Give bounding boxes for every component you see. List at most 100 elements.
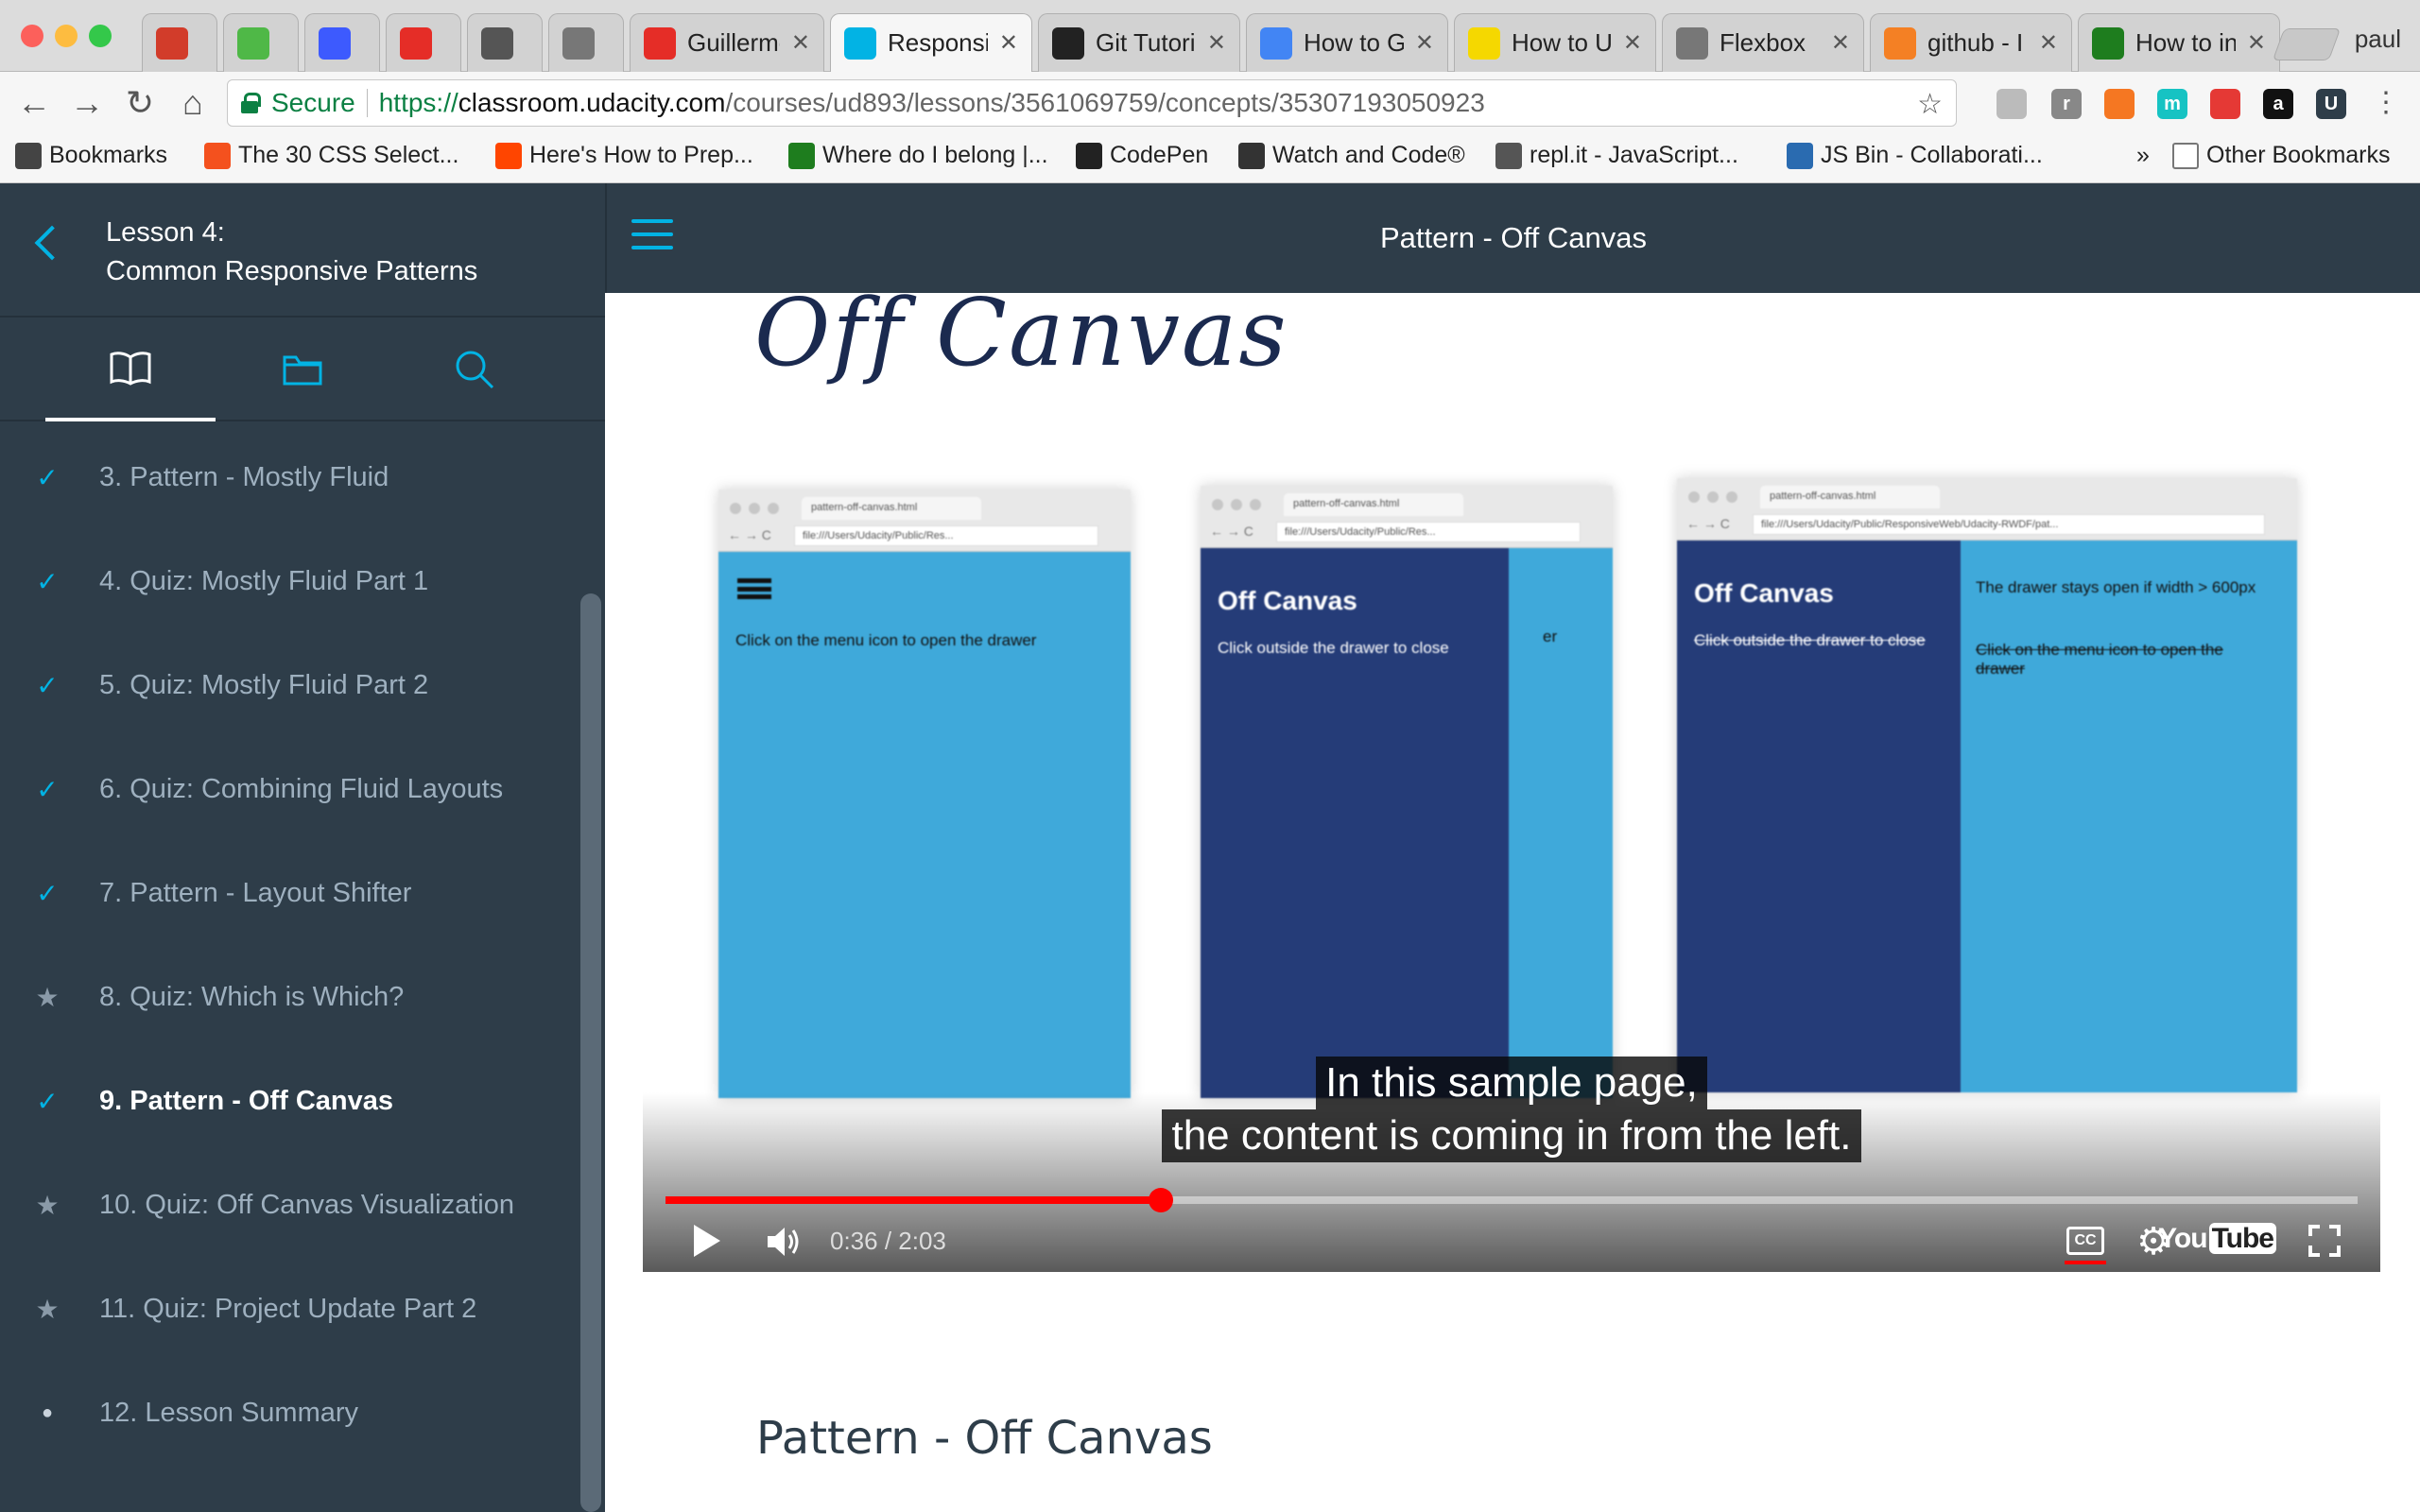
udacity-ext-icon[interactable]: U: [2316, 89, 2346, 119]
close-icon[interactable]: ✕: [1415, 29, 1434, 57]
mockup-tab-label: pattern-off-canvas.html: [1760, 486, 1940, 508]
bookmark-item[interactable]: CodePen: [1076, 142, 1208, 169]
sidebar-item-11[interactable]: ★ 11. Quiz: Project Update Part 2: [0, 1257, 579, 1361]
tab-13[interactable]: How to int ✕: [2078, 13, 2280, 72]
youtube-icon: [400, 26, 432, 60]
other-bookmarks[interactable]: Other Bookmarks: [2172, 142, 2391, 169]
drawer-title: Off Canvas: [1694, 578, 1834, 608]
bookmark-label: Where do I belong |...: [822, 142, 1048, 168]
repl-icon: [1495, 142, 1522, 169]
sidebar-item-9[interactable]: ✓ 9. Pattern - Off Canvas: [0, 1049, 579, 1153]
other-bookmarks-label: Other Bookmarks: [2206, 142, 2391, 168]
sidebar-item-4[interactable]: ✓ 4. Quiz: Mostly Fluid Part 1: [0, 529, 579, 633]
sidebar-item-5[interactable]: ✓ 5. Quiz: Mostly Fluid Part 2: [0, 633, 579, 737]
m-circle-icon[interactable]: m: [2157, 89, 2187, 119]
back-chevron-icon[interactable]: [34, 225, 70, 261]
forward-arrow-icon[interactable]: →: [68, 85, 106, 121]
tomato-icon[interactable]: [2210, 89, 2240, 119]
tab-9[interactable]: How to Ge ✕: [1246, 13, 1448, 72]
chrome-menu-icon[interactable]: ⋮: [2367, 85, 2405, 121]
checkmark-icon: ✓: [36, 774, 59, 804]
back-arrow-icon[interactable]: ←: [15, 85, 53, 121]
mockup-toolbar: pattern-off-canvas.html ← → C file:///Us…: [1201, 486, 1613, 548]
close-icon[interactable]: ✕: [2247, 29, 2266, 57]
slide-title: Off Canvas: [754, 293, 1288, 387]
profile-name[interactable]: paul: [2355, 25, 2401, 54]
cube-icon[interactable]: [1996, 89, 2027, 119]
tab-5[interactable]: [548, 13, 624, 72]
amazon-icon[interactable]: a: [2263, 89, 2293, 119]
tab-7[interactable]: Responsiv ✕: [830, 13, 1032, 72]
sidebar-item-label: 4. Quiz: Mostly Fluid Part 1: [99, 565, 429, 596]
tab-4[interactable]: [467, 13, 543, 72]
new-tab-button[interactable]: [2272, 28, 2342, 60]
bookmark-item[interactable]: Watch and Code®: [1238, 142, 1465, 169]
sidebar-item-6[interactable]: ✓ 6. Quiz: Combining Fluid Layouts: [0, 737, 579, 841]
close-icon[interactable]: ✕: [2039, 29, 2058, 57]
close-icon[interactable]: ✕: [1207, 29, 1226, 57]
lock-icon: [241, 93, 261, 113]
hubspot-icon[interactable]: [2104, 89, 2135, 119]
tab-title: Flexbox: [1720, 28, 1806, 57]
sidebar-item-label: 8. Quiz: Which is Which?: [99, 981, 405, 1012]
sidebar-item-8[interactable]: ★ 8. Quiz: Which is Which?: [0, 945, 579, 1049]
tab-search[interactable]: [389, 318, 560, 421]
close-icon[interactable]: ✕: [791, 29, 810, 57]
sidebar-item-10[interactable]: ★ 10. Quiz: Off Canvas Visualization: [0, 1153, 579, 1257]
sidebar-scrollbar[interactable]: [580, 593, 601, 1512]
sidebar-item-3[interactable]: ✓ 3. Pattern - Mostly Fluid: [0, 425, 579, 529]
tab-0[interactable]: [142, 13, 217, 72]
home-icon[interactable]: ⌂: [174, 85, 212, 121]
close-icon[interactable]: ✕: [999, 29, 1018, 57]
lesson-number: Lesson 4:: [106, 217, 225, 248]
tab-10[interactable]: How to Us ✕: [1454, 13, 1656, 72]
reddit-icon: [495, 142, 522, 169]
play-icon[interactable]: [694, 1225, 720, 1257]
close-icon[interactable]: ✕: [1831, 29, 1850, 57]
video-player[interactable]: Off Canvas pattern-off-canvas.html ← → C…: [643, 293, 2380, 1272]
video-progress-bar[interactable]: [666, 1188, 2358, 1212]
volume-icon[interactable]: [766, 1225, 804, 1259]
tab-1[interactable]: [223, 13, 299, 72]
bookmark-item[interactable]: repl.it - JavaScript...: [1495, 142, 1738, 169]
captions-button[interactable]: CC: [2066, 1227, 2104, 1255]
reload-icon[interactable]: ↻: [121, 85, 159, 121]
bookmark-label: Watch and Code®: [1272, 142, 1465, 168]
checkmark-icon: ✓: [36, 566, 59, 596]
tab-title: github - I: [1927, 28, 2024, 57]
address-bar[interactable]: Secure https://classroom.udacity.com/cou…: [227, 79, 1957, 127]
window-minimize-button[interactable]: [55, 25, 78, 47]
tab-6[interactable]: Guillermo ✕: [630, 13, 824, 72]
r-letter-icon[interactable]: r: [2051, 89, 2082, 119]
tab-11[interactable]: Flexbox ✕: [1662, 13, 1864, 72]
window-close-button[interactable]: [21, 25, 43, 47]
bookmarks-overflow-button[interactable]: »: [2136, 142, 2150, 169]
sidebar-item-7[interactable]: ✓ 7. Pattern - Layout Shifter: [0, 841, 579, 945]
treehouse-icon: [2092, 26, 2124, 60]
classroom-topbar: Pattern - Off Canvas: [605, 183, 2420, 293]
browser-mockup-drawer: pattern-off-canvas.html ← → C file:///Us…: [1201, 486, 1613, 1098]
bookmark-star-icon[interactable]: ☆: [1917, 88, 1943, 121]
mockup-tab-label: pattern-off-canvas.html: [802, 497, 981, 520]
bookmark-item[interactable]: JS Bin - Collaborati...: [1787, 142, 2043, 169]
tab-12[interactable]: github - I ✕: [1870, 13, 2072, 72]
browser-mockup-closed: pattern-off-canvas.html ← → C file:///Us…: [718, 490, 1131, 1098]
mockup-width-note: The drawer stays open if width > 600px: [1976, 578, 2256, 596]
tab-resources[interactable]: [217, 318, 388, 421]
tab-8[interactable]: Git Tutoria ✕: [1038, 13, 1240, 72]
bookmark-item[interactable]: Here's How to Prep...: [495, 142, 753, 169]
close-icon[interactable]: ✕: [1623, 29, 1642, 57]
tab-3[interactable]: [386, 13, 461, 72]
fullscreen-icon[interactable]: [2308, 1225, 2341, 1257]
sidebar-item-12[interactable]: ● 12. Lesson Summary: [0, 1361, 579, 1465]
url-scheme: https://: [378, 88, 458, 117]
tab-2[interactable]: [304, 13, 380, 72]
bookmark-item[interactable]: The 30 CSS Select...: [204, 142, 458, 169]
youtube-logo[interactable]: You Tube: [2156, 1223, 2276, 1255]
tab-concepts[interactable]: [45, 318, 216, 421]
mockup-drawer: Off Canvas Click outside the drawer to c…: [1677, 541, 1961, 1092]
bookmark-item[interactable]: Bookmarks: [15, 142, 167, 169]
window-maximize-button[interactable]: [89, 25, 112, 47]
caption-line-2: the content is coming in from the left.: [1162, 1109, 1861, 1162]
bookmark-item[interactable]: Where do I belong |...: [788, 142, 1048, 169]
